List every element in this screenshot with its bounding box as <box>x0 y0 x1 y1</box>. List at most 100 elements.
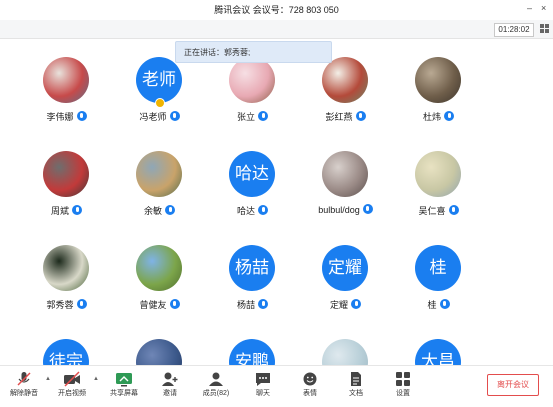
participant-avatar-text: 老师 <box>136 57 182 103</box>
participant-tile[interactable]: 余敏 <box>113 134 206 228</box>
participant-name-row: 余敏 <box>113 204 206 217</box>
participant-name-row: bulbul/dog <box>299 204 392 215</box>
participant-name-row: 周斌 <box>20 204 113 217</box>
participant-avatar-photo <box>43 245 89 291</box>
documents-button[interactable]: 文档 <box>338 371 374 398</box>
members-icon <box>209 372 223 386</box>
invite-button[interactable]: 邀请 <box>152 371 188 398</box>
participant-name: 定耀 <box>329 300 348 310</box>
mic-icon <box>169 111 180 121</box>
gallery-view-icon[interactable] <box>540 24 549 35</box>
participant-tile[interactable]: 杜炜 <box>392 40 485 134</box>
participant-tile[interactable]: 郭秀蓉 <box>20 228 113 322</box>
participant-avatar-text: 安鹏 <box>229 339 275 365</box>
participant-grid: 李伟娜 老师冯老师 张立 彭红燕 杜炜周斌 余敏 哈达 哈达 bulbul/dog 吴仁喜郭秀蓉 曾… <box>20 40 530 365</box>
mic-icon <box>72 205 82 215</box>
participant-tile[interactable]: 大昌 <box>392 322 485 365</box>
participant-avatar-photo <box>136 245 182 291</box>
participant-avatar-photo <box>322 151 368 197</box>
participant-avatar-text: 徒宗 <box>43 339 89 365</box>
mic-icon <box>76 111 87 121</box>
mic-icon <box>444 111 454 121</box>
participant-tile[interactable]: 杨喆 杨喆 <box>206 228 299 322</box>
mic-icon <box>448 205 459 215</box>
participant-avatar-text: 杨喆 <box>229 245 275 291</box>
participant-tile[interactable]: 李伟娜 <box>20 40 113 134</box>
participant-tile[interactable]: 徒宗 <box>20 322 113 365</box>
participant-name-row: 杨喆 <box>206 298 299 311</box>
mic-icon <box>362 204 373 214</box>
participant-tile[interactable] <box>299 322 392 365</box>
video-off-icon <box>64 371 80 387</box>
participant-name: 余敏 <box>143 206 162 216</box>
participant-name-row: 彭红燕 <box>299 110 392 123</box>
leave-meeting-button[interactable]: 离开会议 <box>487 374 539 396</box>
participant-avatar-photo <box>43 57 89 103</box>
participant-name: 吴仁喜 <box>418 206 446 216</box>
meeting-info-bar: 01:28:02 <box>0 20 553 39</box>
mute-options-chevron-icon[interactable]: ▲ <box>45 376 51 382</box>
video-options-chevron-icon[interactable]: ▲ <box>93 376 99 382</box>
participant-avatar-photo <box>322 57 368 103</box>
mic-icon <box>76 299 87 309</box>
start-video-button[interactable]: 开启视频 <box>54 371 90 398</box>
mic-icon <box>258 299 268 309</box>
reactions-button[interactable]: 表情 <box>292 371 328 398</box>
participant-avatar-photo <box>43 151 89 197</box>
participant-tile[interactable]: 桂桂 <box>392 228 485 322</box>
share-screen-button[interactable]: 共享屏幕 <box>106 371 142 398</box>
meeting-timer: 01:28:02 <box>494 23 534 37</box>
participant-avatar-text: 定耀 <box>322 245 368 291</box>
settings-button[interactable]: 设置 <box>385 371 421 398</box>
participant-name-row: 桂 <box>392 298 485 311</box>
host-badge-icon <box>155 98 165 108</box>
bottom-toolbar: 解除静音 ▲ 开启视频 ▲ 共享屏幕 邀请 成员(82) 聊天 表情 文档 设置… <box>0 365 553 407</box>
document-icon <box>351 372 361 386</box>
participant-name-row: 冯老师 <box>113 110 206 123</box>
participant-name-row: 吴仁喜 <box>392 204 485 217</box>
participant-name-row: 定耀 <box>299 298 392 311</box>
participant-avatar-photo <box>136 339 182 365</box>
participant-name: 冯老师 <box>139 112 167 122</box>
participant-name: 桂 <box>427 300 437 310</box>
participant-tile[interactable] <box>113 322 206 365</box>
participant-name: 杜炜 <box>422 112 441 122</box>
mic-muted-icon <box>17 372 31 386</box>
participant-name: 哈达 <box>236 206 255 216</box>
participant-avatar-photo <box>415 57 461 103</box>
participant-avatar-photo <box>322 339 368 365</box>
participant-name: 曾健友 <box>139 300 167 310</box>
participant-tile[interactable]: 吴仁喜 <box>392 134 485 228</box>
participant-name: 郭秀蓉 <box>46 300 74 310</box>
share-screen-icon <box>116 373 132 387</box>
participant-name-row: 曾健友 <box>113 298 206 311</box>
participant-avatar-photo <box>136 151 182 197</box>
participant-name-row: 郭秀蓉 <box>20 298 113 311</box>
mic-icon <box>169 299 180 309</box>
participant-avatar-photo <box>415 151 461 197</box>
participant-tile[interactable]: bulbul/dog <box>299 134 392 228</box>
participant-name-row: 张立 <box>206 110 299 123</box>
participant-name: 张立 <box>236 112 255 122</box>
speaking-indicator: 正在讲话：郭秀蓉; <box>175 41 332 63</box>
members-button[interactable]: 成员(82) <box>198 371 234 398</box>
participant-tile[interactable]: 周斌 <box>20 134 113 228</box>
unmute-button[interactable]: 解除静音 <box>6 371 42 398</box>
close-button[interactable]: × <box>541 3 546 13</box>
meeting-title: 腾讯会议 会议号：728 803 050 <box>214 5 339 15</box>
participant-name-row: 杜炜 <box>392 110 485 123</box>
mic-icon <box>439 299 450 309</box>
chat-button[interactable]: 聊天 <box>245 371 281 398</box>
participant-name: bulbul/dog <box>318 205 360 215</box>
title-bar: 腾讯会议 会议号：728 803 050 – × <box>0 0 553 20</box>
participant-tile[interactable]: 曾健友 <box>113 228 206 322</box>
participant-name-row: 李伟娜 <box>20 110 113 123</box>
minimize-button[interactable]: – <box>527 3 532 13</box>
participant-tile[interactable]: 定耀 定耀 <box>299 228 392 322</box>
invite-user-icon <box>162 372 178 386</box>
participant-tile[interactable]: 安鹏 <box>206 322 299 365</box>
mic-icon <box>258 111 268 121</box>
participant-tile[interactable]: 哈达 哈达 <box>206 134 299 228</box>
settings-grid-icon <box>396 372 410 386</box>
participant-name: 周斌 <box>50 206 69 216</box>
